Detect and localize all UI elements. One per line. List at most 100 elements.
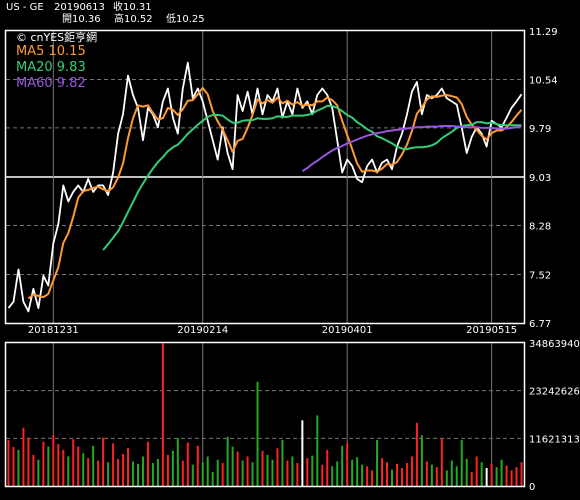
volume-bar [291, 456, 294, 486]
volume-bar [141, 456, 144, 486]
volume-bar [455, 466, 458, 486]
volume-bar [415, 422, 418, 486]
volume-bar [181, 460, 184, 486]
price-y-tick-label: 10.54 [529, 75, 558, 86]
volume-bar [505, 465, 508, 486]
volume-bar [480, 462, 483, 486]
volume-bar [206, 456, 209, 486]
volume-bar [37, 459, 40, 486]
volume-bar [17, 449, 20, 486]
volume-bar [151, 463, 154, 486]
price-y-tick-label: 8.28 [529, 221, 551, 232]
volume-bar [191, 464, 194, 486]
volume-bar [470, 472, 473, 486]
volume-y-axis: 348639400 232426267 116213133 0 [529, 339, 580, 493]
volume-bar [371, 470, 374, 486]
volume-bar [430, 464, 433, 486]
volume-bar [47, 446, 50, 486]
price-y-tick-label: 7.52 [529, 271, 551, 282]
volume-bar [266, 454, 269, 486]
volume-bar [276, 448, 279, 486]
volume-bar [7, 440, 10, 486]
legend: © cnYES鉅亨網 MA5 10.15 MA20 9.83 MA60 9.82 [16, 30, 97, 91]
volume-y-tick-label: 232426267 [529, 387, 580, 398]
volume-bar [211, 472, 214, 486]
date-x-axis: 20181231 20190214 20190401 20190515 [28, 325, 517, 336]
volume-bar [146, 441, 149, 486]
volume-bar [321, 464, 324, 486]
volume-bar [271, 459, 274, 486]
volume-y-tick-label: 0 [529, 482, 535, 493]
volume-bar [122, 454, 125, 486]
volume-bar [186, 442, 189, 486]
volume-bar [236, 451, 239, 486]
volume-bar [241, 460, 244, 486]
volume-bar [251, 462, 254, 486]
volume-bar [435, 467, 438, 486]
source-label: © cnYES鉅亨網 [16, 30, 97, 44]
ma5-line [27, 86, 523, 300]
volume-bar [286, 460, 289, 486]
volume-bar [366, 466, 369, 486]
volume-bar [356, 457, 359, 486]
volume-bar [112, 443, 115, 486]
volume-bar [256, 381, 259, 486]
volume-bar [117, 458, 120, 486]
volume-bar [495, 467, 498, 486]
volume-bar [485, 467, 488, 486]
price-y-tick-label: 9.03 [529, 173, 551, 184]
volume-bar [176, 438, 179, 486]
volume-bar [161, 343, 164, 486]
volume-y-tick-label: 116213133 [529, 434, 580, 445]
volume-bar [425, 461, 428, 486]
volume-bar [201, 462, 204, 486]
volume-bar [336, 461, 339, 486]
volume-bar [127, 448, 130, 486]
volume-bar [132, 461, 135, 486]
volume-bar [12, 447, 15, 486]
stock-chart: 11.29 10.54 9.79 9.03 8.28 7.52 6.77 348639400… [4, 27, 580, 493]
volume-bar [196, 445, 199, 486]
volume-bar [405, 463, 408, 486]
date-tick-label: 20190214 [177, 325, 228, 336]
volume-bar [102, 437, 105, 486]
legend-ma60: MA60 9.82 [16, 76, 86, 91]
price-y-tick-label: 9.79 [529, 124, 551, 135]
volume-bar [346, 443, 349, 486]
volume-bar [261, 450, 264, 486]
volume-bar [82, 453, 85, 486]
volume-bar [515, 467, 518, 486]
volume-bar [306, 458, 309, 486]
volume-bar [72, 439, 75, 486]
volume-bar [32, 454, 35, 486]
legend-ma20: MA20 9.83 [16, 60, 86, 75]
volume-bar [395, 463, 398, 486]
volume-bar [156, 458, 159, 486]
volume-bar [67, 456, 70, 486]
date-tick-label: 20181231 [28, 325, 79, 336]
volume-bar [376, 440, 379, 486]
volume-bar [500, 459, 503, 486]
volume-bar [510, 470, 513, 486]
volume-bar [420, 435, 423, 486]
volume-bar [166, 454, 169, 486]
volume-bar [221, 463, 224, 486]
volume-bar [57, 444, 60, 486]
volume-bar [92, 445, 95, 486]
volume-bar [316, 415, 319, 486]
price-y-tick-label: 6.77 [529, 319, 551, 330]
volume-bar [87, 458, 90, 486]
volume-bar [22, 427, 25, 486]
date-tick-label: 20190515 [466, 325, 517, 336]
volume-bar [231, 446, 234, 486]
volume-bar [386, 462, 389, 486]
volume-bar [136, 463, 139, 486]
price-y-axis: 11.29 10.54 9.79 9.03 8.28 7.52 6.77 [529, 27, 558, 330]
volume-bar [77, 446, 80, 486]
volume-bar [281, 440, 284, 486]
volume-y-tick-label: 348639400 [529, 339, 580, 350]
volume-bar [450, 460, 453, 486]
volume-bar [490, 463, 493, 486]
volume-bar [400, 467, 403, 486]
price-y-tick-label: 11.29 [529, 27, 558, 38]
